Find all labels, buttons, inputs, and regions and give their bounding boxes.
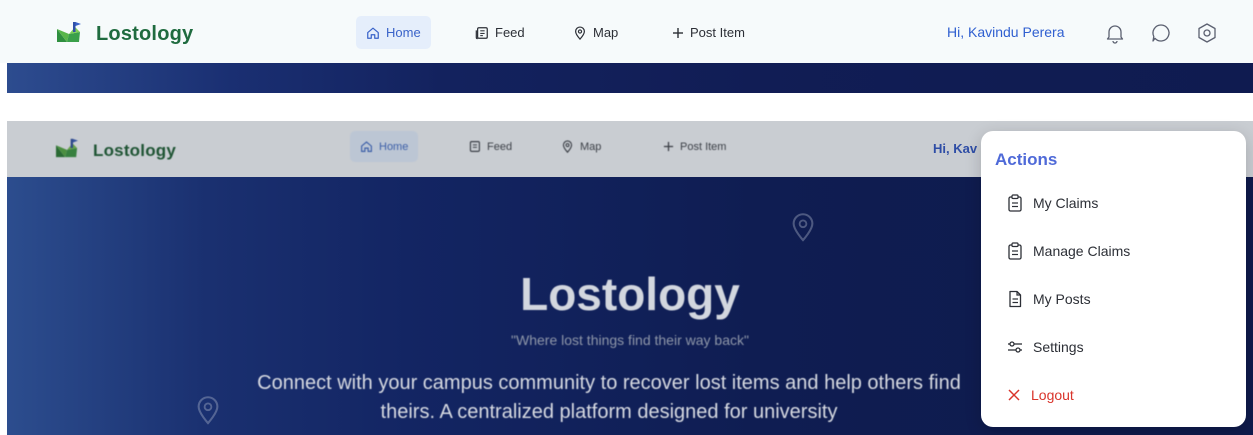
top-navbar: Lostology Home Feed Map Post Item Hi, Ka…	[0, 0, 1253, 63]
clipboard-icon	[1008, 242, 1022, 260]
settings-hex-icon[interactable]	[1196, 22, 1218, 44]
menu-item-manage-claims[interactable]: Manage Claims	[1007, 240, 1130, 262]
menu-item-logout[interactable]: Logout	[1007, 384, 1074, 406]
menu-item-label: Logout	[1031, 387, 1074, 403]
preview-user-greeting: Hi, Kav	[933, 141, 978, 156]
preview-nav-home-label: Home	[379, 140, 409, 153]
preview-nav-home: Home	[350, 131, 419, 162]
preview-nav-post-item-label: Post Item	[680, 140, 727, 153]
home-icon	[367, 27, 379, 39]
document-icon	[1009, 290, 1022, 308]
user-greeting[interactable]: Hi, Kavindu Perera	[947, 24, 1065, 40]
actions-dropdown: Actions My Claims Manage Claims My Posts…	[981, 131, 1246, 427]
preview-nav-map: Map	[551, 131, 611, 162]
preview-nav-post-item: Post Item	[653, 131, 736, 162]
nav-map-label: Map	[593, 25, 619, 40]
nav-home-label: Home	[386, 25, 421, 40]
map-pin-icon	[788, 212, 818, 242]
brand-name: Lostology	[96, 23, 194, 45]
preview-brand-name: Lostology	[93, 140, 177, 160]
clipboard-icon	[1008, 194, 1022, 212]
x-icon	[1008, 389, 1020, 401]
plus-icon	[673, 27, 683, 38]
preview-nav-map-label: Map	[580, 140, 602, 153]
home-icon	[361, 141, 372, 152]
sliders-icon	[1008, 341, 1022, 353]
hero-description: Connect with your campus community to re…	[257, 372, 961, 423]
bell-icon[interactable]	[1104, 22, 1126, 44]
menu-item-label: Manage Claims	[1033, 243, 1131, 259]
nav-map[interactable]: Map	[563, 16, 628, 49]
map-pin-icon	[562, 140, 573, 153]
feed-icon	[475, 26, 488, 39]
chat-icon[interactable]	[1150, 22, 1172, 44]
preview-nav-feed: Feed	[458, 131, 522, 162]
preview-nav-feed-label: Feed	[487, 140, 513, 153]
menu-item-label: My Posts	[1033, 291, 1091, 307]
brand[interactable]: Lostology	[56, 20, 193, 49]
hero-banner-strip	[7, 63, 1253, 93]
nav-feed-label: Feed	[495, 25, 525, 40]
menu-item-my-claims[interactable]: My Claims	[1007, 192, 1098, 214]
dropdown-title: Actions	[995, 150, 1058, 169]
feed-icon	[469, 141, 480, 152]
lostology-logo-icon	[56, 20, 82, 49]
menu-item-label: Settings	[1033, 339, 1084, 355]
nav-post-item[interactable]: Post Item	[662, 16, 755, 49]
map-pin-icon	[193, 395, 223, 425]
menu-item-settings[interactable]: Settings	[1007, 336, 1084, 358]
menu-item-my-posts[interactable]: My Posts	[1007, 288, 1091, 310]
preview-brand: Lostology	[55, 137, 176, 164]
nav-home[interactable]: Home	[356, 16, 431, 49]
lostology-logo-icon	[55, 137, 79, 164]
nav-post-item-label: Post Item	[690, 25, 745, 40]
map-pin-icon	[575, 25, 585, 40]
plus-icon	[663, 141, 674, 152]
menu-item-label: My Claims	[1033, 195, 1099, 211]
nav-feed[interactable]: Feed	[465, 16, 535, 49]
